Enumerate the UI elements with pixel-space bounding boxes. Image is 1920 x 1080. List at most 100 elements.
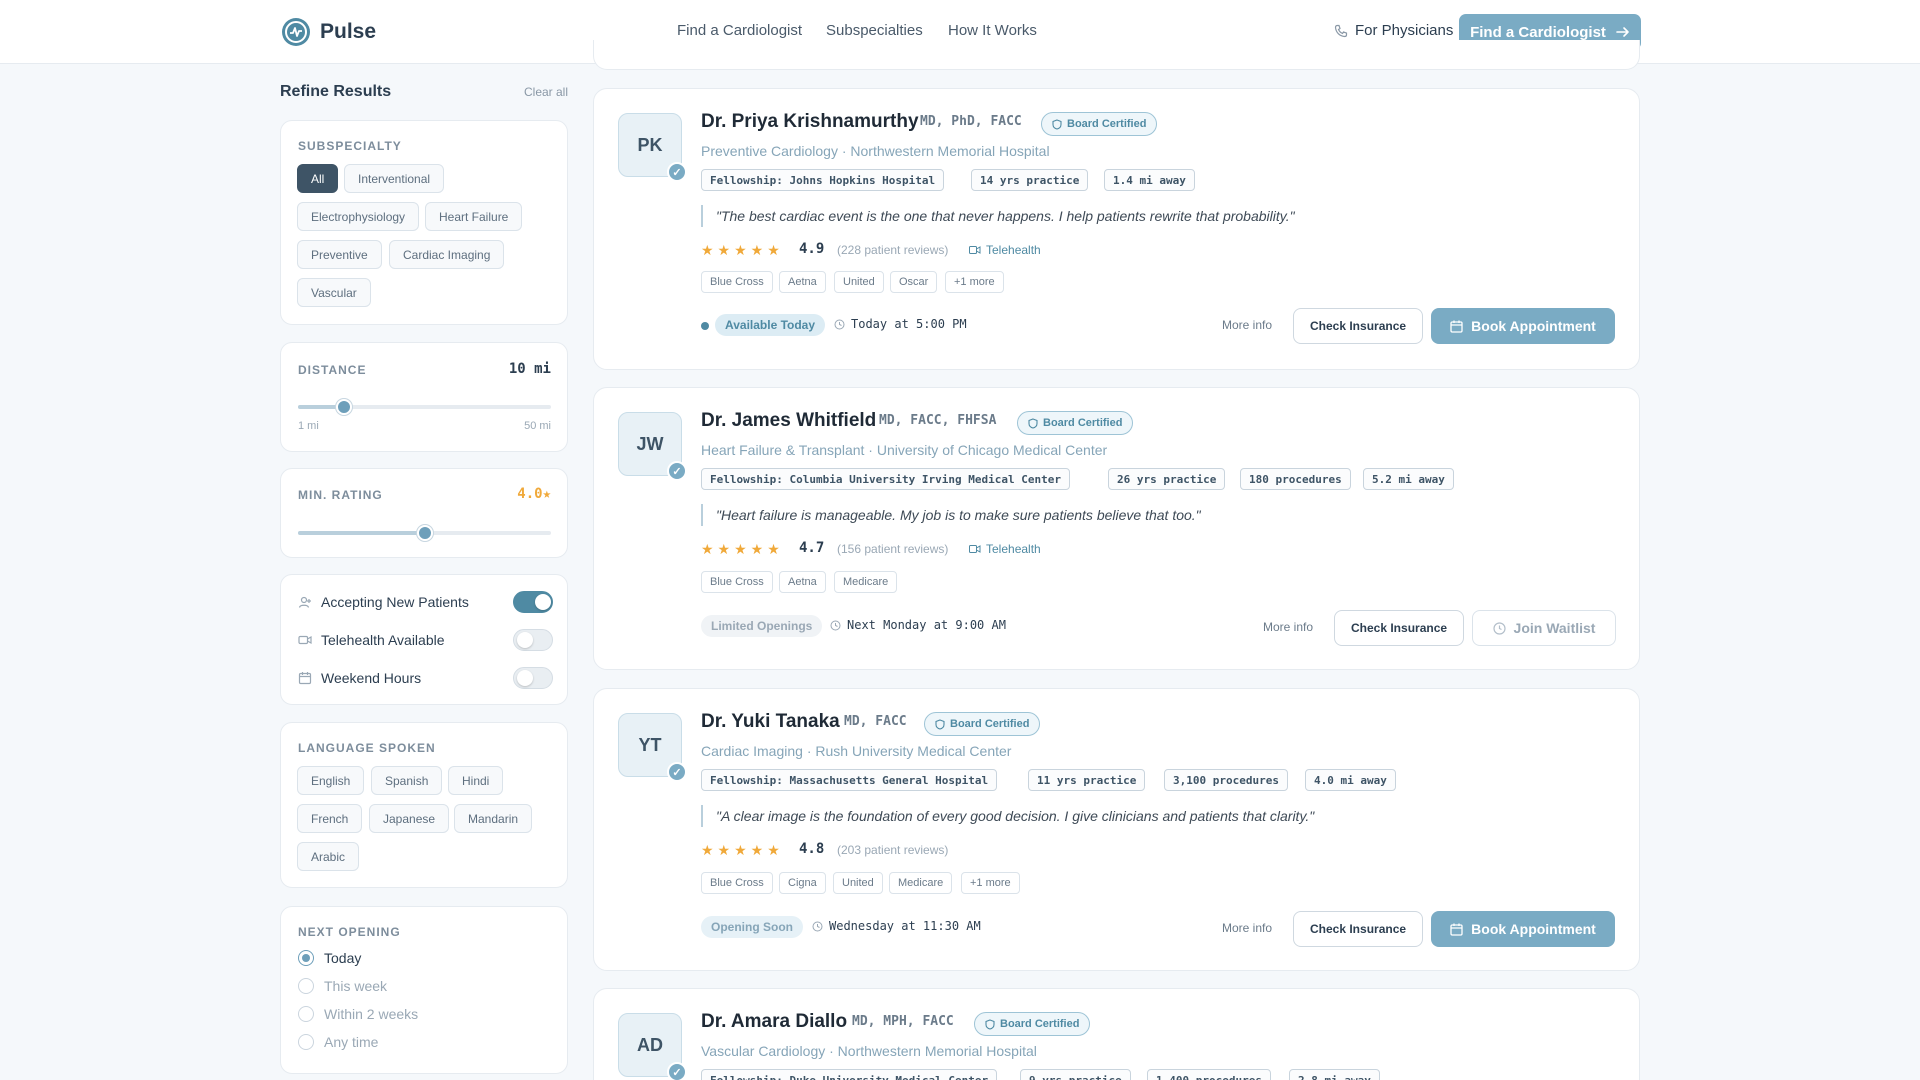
radio-button[interactable] bbox=[298, 1034, 314, 1050]
check-insurance-button[interactable]: Check Insurance bbox=[1293, 308, 1424, 344]
subspecialty-chip-all[interactable]: All bbox=[297, 164, 339, 193]
doctor-credentials: MD, PhD, FACC bbox=[920, 114, 1022, 129]
rating-slider-thumb[interactable] bbox=[416, 525, 433, 541]
doctor-credentials: MD, MPH, FACC bbox=[852, 1014, 954, 1029]
doctor-quote: "Heart failure is manageable. My job is … bbox=[701, 504, 1201, 526]
min-rating-value: 4.0★ bbox=[517, 486, 551, 502]
rating-stars: ★★★★★ bbox=[701, 842, 784, 858]
rating-slider[interactable] bbox=[298, 525, 551, 541]
doctor-name[interactable]: Dr. Priya Krishnamurthy bbox=[701, 111, 919, 133]
badge-label: Board Certified bbox=[1000, 1018, 1080, 1030]
telehealth-label: Telehealth bbox=[986, 243, 1041, 257]
doctor-card: YT ✓ Dr. Yuki Tanaka MD, FACC Board Certi… bbox=[593, 688, 1640, 971]
distance-value: 10 mi bbox=[508, 361, 551, 377]
join-waitlist-button[interactable]: Join Waitlist bbox=[1472, 610, 1616, 646]
review-count[interactable]: (228 patient reviews) bbox=[837, 243, 948, 257]
weekend-hours-row[interactable]: Weekend Hours bbox=[298, 666, 553, 690]
insurance-chip: Blue Cross bbox=[701, 872, 773, 894]
radio-button[interactable] bbox=[298, 950, 314, 966]
doctor-name[interactable]: Dr. Yuki Tanaka bbox=[701, 711, 840, 733]
doctor-name[interactable]: Dr. Amara Diallo bbox=[701, 1011, 847, 1033]
radio-button[interactable] bbox=[298, 1006, 314, 1022]
next-opening-radio-today[interactable]: Today bbox=[298, 950, 361, 966]
procedures-tag: 3,100 procedures bbox=[1164, 769, 1288, 791]
clock-icon bbox=[812, 921, 823, 931]
nav-subspecialties[interactable]: Subspecialties bbox=[826, 22, 923, 39]
experience-tag: 9 yrs practice bbox=[1020, 1069, 1131, 1080]
telehealth-available-toggle[interactable] bbox=[513, 629, 553, 651]
check-insurance-button[interactable]: Check Insurance bbox=[1293, 911, 1424, 947]
avatar-initials: PK bbox=[637, 134, 663, 155]
subspecialty-panel: SUBSPECIALTY All Interventional Electrop… bbox=[280, 120, 568, 325]
book-appointment-button[interactable]: Book Appointment bbox=[1431, 308, 1615, 344]
doctor-card: AD ✓ Dr. Amara Diallo MD, MPH, FACC Board… bbox=[593, 988, 1640, 1080]
review-count[interactable]: (203 patient reviews) bbox=[837, 843, 948, 857]
language-chip-mandarin[interactable]: Mandarin bbox=[454, 804, 533, 833]
video-icon bbox=[298, 633, 312, 647]
check-insurance-button[interactable]: Check Insurance bbox=[1334, 610, 1465, 646]
nav-find-cardiologist[interactable]: Find a Cardiologist bbox=[677, 22, 802, 39]
doctor-card: PK ✓ Dr. Priya Krishnamurthy MD, PhD, FAC… bbox=[593, 88, 1640, 370]
badge-label: Board Certified bbox=[950, 718, 1030, 730]
insurance-chip: Oscar bbox=[890, 271, 938, 293]
next-opening-radio-this-week[interactable]: This week bbox=[298, 978, 387, 994]
accepting-new-patients-row[interactable]: Accepting New Patients bbox=[298, 590, 553, 614]
language-chip-hindi[interactable]: Hindi bbox=[448, 766, 504, 795]
language-chip-arabic[interactable]: Arabic bbox=[297, 842, 360, 871]
doctor-specialty: Cardiac Imaging · Rush University Medica… bbox=[701, 743, 1012, 759]
subspecialty-chip-heart-failure[interactable]: Heart Failure bbox=[425, 202, 523, 231]
doctor-specialty: Preventive Cardiology · Northwestern Mem… bbox=[701, 143, 1050, 159]
doctor-quote: "The best cardiac event is the one that … bbox=[701, 205, 1295, 227]
radio-label: Any time bbox=[324, 1034, 379, 1050]
more-info-link[interactable]: More info bbox=[1222, 921, 1272, 935]
language-chip-japanese[interactable]: Japanese bbox=[369, 804, 450, 833]
subspecialty-chip-electrophysiology[interactable]: Electrophysiology bbox=[297, 202, 420, 231]
more-info-link[interactable]: More info bbox=[1263, 620, 1313, 634]
more-info-link[interactable]: More info bbox=[1222, 318, 1272, 332]
pulse-logo-icon[interactable] bbox=[282, 18, 310, 46]
fellowship-tag: Fellowship: Columbia University Irving M… bbox=[701, 468, 1070, 490]
nav-how-it-works[interactable]: How It Works bbox=[948, 22, 1037, 39]
language-chip-english[interactable]: English bbox=[297, 766, 365, 795]
language-chip-spanish[interactable]: Spanish bbox=[371, 766, 443, 795]
clear-all-link[interactable]: Clear all bbox=[524, 85, 568, 99]
radio-button[interactable] bbox=[298, 978, 314, 994]
weekend-hours-toggle[interactable] bbox=[513, 667, 553, 689]
brand-name[interactable]: Pulse bbox=[320, 20, 376, 44]
insurance-chip: Blue Cross bbox=[701, 571, 773, 593]
radio-label: Today bbox=[324, 950, 362, 966]
telehealth-indicator: Telehealth bbox=[969, 243, 1041, 257]
subspecialty-chip-interventional[interactable]: Interventional bbox=[344, 164, 445, 193]
board-certified-badge: Board Certified bbox=[924, 712, 1041, 736]
next-opening-panel: NEXT OPENING Today This week Within 2 we… bbox=[280, 906, 568, 1074]
subspecialty-chip-cardiac-imaging[interactable]: Cardiac Imaging bbox=[389, 240, 505, 269]
telehealth-available-row[interactable]: Telehealth Available bbox=[298, 628, 553, 652]
accepting-new-patients-label: Accepting New Patients bbox=[321, 594, 469, 610]
insurance-more-chip[interactable]: +1 more bbox=[945, 271, 1004, 293]
doctor-card: JW ✓ Dr. James Whitfield MD, FACC, FHFSA … bbox=[593, 387, 1640, 670]
review-count[interactable]: (156 patient reviews) bbox=[837, 542, 948, 556]
min-rating-label: MIN. RATING bbox=[298, 488, 383, 502]
insurance-chip: Aetna bbox=[779, 571, 826, 593]
language-chip-french[interactable]: French bbox=[297, 804, 363, 833]
distance-slider[interactable] bbox=[298, 399, 551, 415]
radio-label: Within 2 weeks bbox=[324, 1006, 419, 1022]
user-plus-icon bbox=[298, 595, 312, 609]
doctor-name[interactable]: Dr. James Whitfield bbox=[701, 410, 876, 432]
experience-tag: 26 yrs practice bbox=[1108, 468, 1226, 490]
video-icon bbox=[969, 545, 981, 553]
video-icon bbox=[969, 246, 981, 254]
distance-slider-thumb[interactable] bbox=[335, 399, 352, 415]
doctor-specialty: Heart Failure & Transplant · University … bbox=[701, 442, 1108, 458]
clock-icon bbox=[834, 319, 845, 329]
next-opening-radio-any-time[interactable]: Any time bbox=[298, 1034, 378, 1050]
for-physicians-link[interactable]: For Physicians bbox=[1334, 22, 1453, 39]
subspecialty-chip-vascular[interactable]: Vascular bbox=[297, 278, 371, 307]
subspecialty-chip-preventive[interactable]: Preventive bbox=[297, 240, 382, 269]
insurance-more-chip[interactable]: +1 more bbox=[961, 872, 1020, 894]
next-opening-radio-within-2-weeks[interactable]: Within 2 weeks bbox=[298, 1006, 418, 1022]
insurance-chip: Blue Cross bbox=[701, 271, 773, 293]
book-appointment-button[interactable]: Book Appointment bbox=[1431, 911, 1615, 947]
shield-icon bbox=[935, 718, 945, 730]
accepting-new-patients-toggle[interactable] bbox=[513, 591, 553, 613]
